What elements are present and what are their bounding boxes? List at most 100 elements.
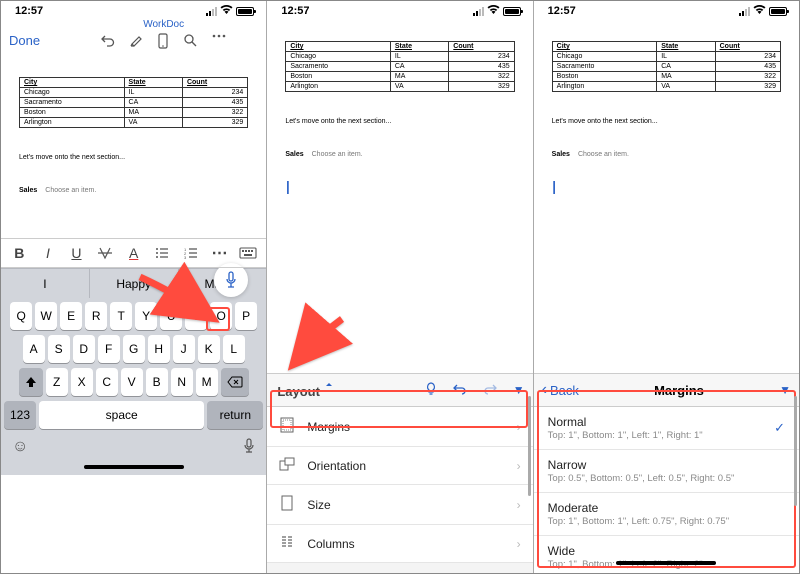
paragraph-text[interactable]: Let's move onto the next section... <box>19 154 248 161</box>
key[interactable]: J <box>173 335 195 363</box>
menu-label: Orientation <box>307 459 504 473</box>
data-table[interactable]: CityStateCount ChicagoIL234 SacramentoCA… <box>285 41 514 92</box>
space-key[interactable]: space <box>39 401 204 429</box>
menu-item-orientation[interactable]: Orientation › <box>267 447 532 485</box>
strike-button[interactable] <box>93 246 118 260</box>
paragraph-text[interactable]: Let's move onto the next section... <box>552 118 781 125</box>
paragraph-text[interactable]: Let's move onto the next section... <box>285 118 514 125</box>
status-indicators <box>473 5 521 18</box>
key[interactable]: S <box>48 335 70 363</box>
status-indicators <box>739 5 787 18</box>
signal-icon <box>206 7 217 16</box>
key[interactable]: V <box>121 368 143 396</box>
emoji-button[interactable]: ☺ <box>12 438 28 459</box>
text-cursor: I <box>285 178 514 199</box>
wifi-icon <box>753 5 766 18</box>
phone-icon[interactable] <box>157 33 169 49</box>
key[interactable]: G <box>123 335 145 363</box>
table-row: SacramentoCA435 <box>20 98 248 108</box>
key[interactable]: P <box>235 302 257 330</box>
table-row: ArlingtonVA329 <box>20 118 248 128</box>
numeric-key[interactable]: 123 <box>4 401 36 429</box>
menu-item-columns[interactable]: Columns › <box>267 525 532 563</box>
key[interactable]: T <box>110 302 132 330</box>
suggestion-2[interactable]: Happy <box>90 269 179 298</box>
document-area[interactable]: City State Count ChicagoIL234 Sacramento… <box>1 49 266 202</box>
document-area[interactable]: CityStateCount ChicagoIL234 SacramentoCA… <box>534 19 799 207</box>
scroll-indicator[interactable] <box>528 396 531 496</box>
done-button[interactable]: Done <box>9 19 69 48</box>
more-h-icon[interactable] <box>211 33 227 49</box>
undo-icon[interactable] <box>101 33 115 49</box>
wifi-icon <box>487 5 500 18</box>
document-area[interactable]: CityStateCount ChicagoIL234 SacramentoCA… <box>267 19 532 207</box>
italic-button[interactable]: I <box>36 245 61 261</box>
sales-row[interactable]: Sales Choose an item. <box>19 187 248 194</box>
key[interactable]: M <box>196 368 218 396</box>
key[interactable]: K <box>198 335 220 363</box>
orientation-icon <box>279 457 295 474</box>
col-count[interactable]: Count <box>182 78 247 88</box>
numbering-button[interactable]: 123 <box>179 247 204 259</box>
key[interactable]: H <box>148 335 170 363</box>
status-bar: 12:57 <box>534 1 799 19</box>
data-table[interactable]: CityStateCount ChicagoIL234 SacramentoCA… <box>552 41 781 92</box>
suggestion-1[interactable]: I <box>1 269 90 298</box>
home-indicator[interactable] <box>616 561 716 565</box>
status-time: 12:57 <box>15 5 43 17</box>
key[interactable]: R <box>85 302 107 330</box>
format-toolbar: B I U A 123 ⋯ <box>1 238 266 268</box>
bullets-button[interactable] <box>150 247 175 259</box>
sales-row[interactable]: Sales Choose an item. <box>552 151 781 158</box>
signal-icon <box>473 7 484 16</box>
key[interactable]: D <box>73 335 95 363</box>
key[interactable]: I <box>185 302 207 330</box>
key[interactable]: B <box>146 368 168 396</box>
chevron-right-icon: › <box>517 498 521 512</box>
key[interactable]: Y <box>135 302 157 330</box>
pen-icon[interactable] <box>129 33 143 49</box>
battery-icon <box>236 7 254 16</box>
key[interactable]: C <box>96 368 118 396</box>
dictate-key[interactable] <box>243 438 255 459</box>
keyboard-toggle-button[interactable] <box>236 247 261 259</box>
wifi-icon <box>220 5 233 18</box>
return-key[interactable]: return <box>207 401 263 429</box>
underline-button[interactable]: U <box>64 245 89 261</box>
signal-icon <box>739 7 750 16</box>
pane-margins-menu: 12:57 CityStateCount ChicagoIL234 Sacram… <box>534 1 799 573</box>
sales-placeholder: Choose an item. <box>45 187 96 194</box>
sales-row[interactable]: Sales Choose an item. <box>285 151 514 158</box>
key[interactable]: L <box>223 335 245 363</box>
scroll-indicator[interactable] <box>794 396 797 506</box>
home-indicator[interactable] <box>84 465 184 469</box>
key[interactable]: U <box>160 302 182 330</box>
backspace-key[interactable] <box>221 368 249 396</box>
key[interactable]: E <box>60 302 82 330</box>
key[interactable]: Z <box>46 368 68 396</box>
menu-item-size[interactable]: Size › <box>267 485 532 525</box>
key[interactable]: F <box>98 335 120 363</box>
bold-button[interactable]: B <box>7 245 32 261</box>
key[interactable]: A <box>23 335 45 363</box>
key[interactable]: W <box>35 302 57 330</box>
header-tools <box>69 33 258 49</box>
search-icon[interactable] <box>183 33 197 49</box>
more-format-button[interactable]: ⋯ <box>207 243 232 263</box>
table-header-row: City State Count <box>20 78 248 88</box>
menu-label: Size <box>307 498 504 512</box>
key[interactable]: N <box>171 368 193 396</box>
svg-text:3: 3 <box>184 255 187 259</box>
doc-title[interactable]: WorkDoc <box>69 19 258 30</box>
data-table[interactable]: City State Count ChicagoIL234 Sacramento… <box>19 77 248 128</box>
col-state[interactable]: State <box>124 78 182 88</box>
sales-label: Sales <box>19 187 37 194</box>
font-color-button[interactable]: A <box>121 245 146 261</box>
annotation-highlight-2 <box>270 407 528 428</box>
battery-icon <box>503 7 521 16</box>
col-city[interactable]: City <box>20 78 125 88</box>
key[interactable]: Q <box>10 302 32 330</box>
shift-key[interactable] <box>19 368 43 396</box>
chevron-right-icon: › <box>517 537 521 551</box>
key[interactable]: X <box>71 368 93 396</box>
